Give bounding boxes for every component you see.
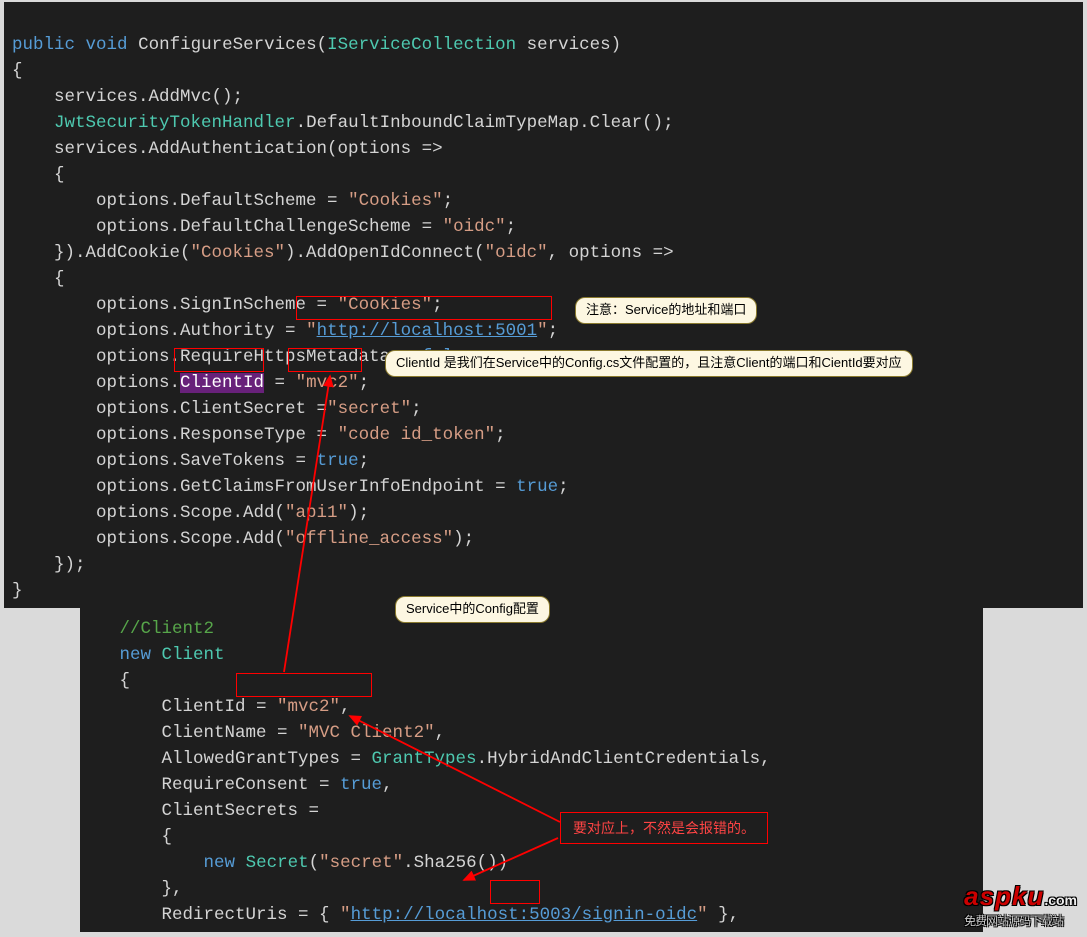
line: options.Scope.Add("offline_access");: [12, 529, 474, 549]
line: RedirectUris = { "http://localhost:5003/…: [88, 905, 739, 925]
redirect-uri-link[interactable]: http://localhost:5003/signin-oidc: [351, 905, 698, 925]
line: {: [12, 61, 23, 81]
line: options.DefaultScheme = "Cookies";: [12, 191, 453, 211]
clientid-highlight-box: [174, 348, 264, 372]
line: {: [12, 269, 65, 289]
line: });: [12, 555, 86, 575]
line: ClientSecrets =: [88, 801, 319, 821]
line: }).AddCookie("Cookies").AddOpenIdConnect…: [12, 243, 674, 263]
authority-link[interactable]: http://localhost:5001: [317, 321, 538, 341]
line: {: [12, 165, 65, 185]
line: ClientId = "mvc2",: [88, 697, 351, 717]
clientid-selection: ClientId: [180, 373, 264, 393]
config-note-callout: Service中的Config配置: [395, 596, 550, 623]
clientid-config-highlight-box: [236, 673, 372, 697]
line: options.Scope.Add("api1");: [12, 503, 369, 523]
line: new Client: [88, 645, 225, 665]
redirect-uri-highlight-box: [490, 880, 540, 904]
authority-note-callout: 注意：Service的地址和端口: [575, 297, 757, 324]
line: {: [88, 827, 172, 847]
line: options.SaveTokens = true;: [12, 451, 369, 471]
line: new Secret("secret".Sha256()): [88, 853, 508, 873]
line: options.DefaultChallengeScheme = "oidc";: [12, 217, 516, 237]
line: services.AddMvc();: [12, 87, 243, 107]
line: ClientName = "MVC Client2",: [88, 723, 445, 743]
line: options.ResponseType = "code id_token";: [12, 425, 506, 445]
line: }: [12, 581, 23, 601]
match-note-callout: 要对应上，不然是会报错的。: [560, 812, 768, 844]
line: {: [88, 671, 130, 691]
line: RequireConsent = true,: [88, 775, 393, 795]
line: },: [88, 879, 183, 899]
line: options.Authority = "http://localhost:50…: [12, 321, 558, 341]
clientid-note-callout: ClientId 是我们在Service中的Config.cs文件配置的，且注意…: [385, 350, 913, 377]
line: options.GetClaimsFromUserInfoEndpoint = …: [12, 477, 569, 497]
line: options.ClientId = "mvc2";: [12, 373, 369, 393]
line: public void ConfigureServices(IServiceCo…: [12, 35, 621, 55]
watermark-logo: aspku.com 免费网站源码下载站: [964, 881, 1077, 929]
line: services.AddAuthentication(options =>: [12, 139, 443, 159]
line: //Client2: [88, 619, 214, 639]
line: AllowedGrantTypes = GrantTypes.HybridAnd…: [88, 749, 771, 769]
clientid-value-highlight-box: [288, 348, 362, 372]
line: JwtSecurityTokenHandler.DefaultInboundCl…: [12, 113, 674, 133]
authority-highlight-box: [296, 296, 552, 320]
line: options.ClientSecret ="secret";: [12, 399, 422, 419]
